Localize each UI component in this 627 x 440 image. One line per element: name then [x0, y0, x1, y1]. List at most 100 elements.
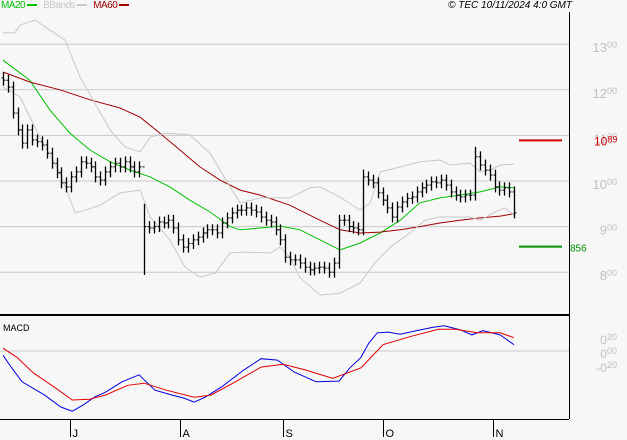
- macd-axis-label: 020: [600, 332, 617, 347]
- price-bar: [11, 81, 16, 119]
- price-bar: [458, 189, 463, 203]
- price-bar: [444, 174, 449, 191]
- ma60-line: [2, 71, 515, 234]
- price-bar: [293, 254, 298, 266]
- price-bar: [337, 214, 342, 269]
- price-bar: [176, 222, 181, 246]
- price-bar: [230, 207, 235, 224]
- price-bar: [332, 257, 337, 278]
- price-bar: [385, 194, 390, 214]
- price-bar: [103, 166, 108, 186]
- price-bar: [415, 186, 420, 203]
- price-bar: [502, 182, 507, 196]
- resistance-level-label: 1089: [594, 134, 617, 148]
- price-bar: [55, 157, 60, 179]
- price-bar: [259, 206, 264, 223]
- price-bar: [132, 161, 137, 178]
- price-bar: [84, 156, 89, 169]
- macd-label: MACD: [3, 323, 30, 333]
- price-bar: [249, 202, 254, 216]
- support-level-label: 856: [570, 244, 587, 255]
- price-bar: [264, 211, 269, 226]
- price-bar: [366, 171, 371, 186]
- price-bar: [342, 214, 347, 226]
- price-bar: [424, 179, 429, 194]
- price-bar: [254, 204, 259, 218]
- price-bar: [488, 164, 493, 181]
- price-bar: [16, 107, 21, 136]
- bbands-lower-line: [2, 86, 515, 296]
- price-bar: [98, 171, 103, 186]
- signal-line: [2, 328, 515, 401]
- price-bar: [181, 234, 186, 253]
- price-bar: [468, 189, 473, 201]
- price-bar: [20, 124, 25, 149]
- price-bar: [327, 262, 332, 278]
- price-bar: [463, 189, 468, 203]
- price-bar: [64, 177, 69, 193]
- macd-axis-label: 000: [600, 346, 617, 361]
- price-bar: [210, 224, 215, 236]
- price-bar: [244, 202, 249, 216]
- price-bar: [361, 169, 366, 236]
- price-bar: [303, 257, 308, 273]
- price-bar: [410, 191, 415, 204]
- bbands-upper-line: [3, 19, 515, 211]
- price-axis-label: 900: [600, 223, 617, 238]
- price-bar: [137, 161, 142, 178]
- price-bar: [507, 182, 512, 198]
- price-bar: [347, 214, 352, 233]
- price-bar: [40, 136, 45, 151]
- price-bar: [288, 251, 293, 266]
- price-bar: [93, 161, 98, 183]
- price-bar: [171, 214, 176, 234]
- price-bar: [390, 202, 395, 223]
- price-bar: [454, 186, 459, 201]
- price-bar: [89, 157, 94, 173]
- price-bar: [405, 192, 410, 208]
- price-bar: [395, 201, 400, 223]
- price-bar: [201, 227, 206, 243]
- price-bar: [429, 176, 434, 191]
- ma20-line: [2, 59, 515, 251]
- price-bar: [147, 221, 152, 234]
- price-bar: [308, 261, 313, 276]
- price-axis-label: 1300: [593, 40, 617, 55]
- price-bar: [108, 161, 113, 178]
- price-bar: [79, 156, 84, 178]
- price-bar: [1, 72, 6, 86]
- macd-axis-label: -020: [596, 360, 617, 375]
- price-bar: [142, 166, 147, 275]
- price-bar: [186, 238, 191, 253]
- price-bar: [298, 254, 303, 269]
- month-label: S: [286, 428, 293, 440]
- price-bar: [283, 234, 288, 263]
- price-bar: [69, 171, 74, 193]
- price-bar: [239, 204, 244, 216]
- price-bar: [483, 159, 488, 176]
- price-bar: [191, 234, 196, 249]
- price-bar: [235, 204, 240, 219]
- price-bar: [123, 156, 128, 173]
- price-bar: [400, 196, 405, 213]
- price-bar: [74, 166, 79, 183]
- price-bar: [278, 224, 283, 246]
- price-bar: [381, 187, 386, 206]
- price-axis-label: 1000: [593, 177, 617, 192]
- price-axis-label: 1200: [593, 86, 617, 101]
- price-bar: [434, 176, 439, 189]
- price-bar: [478, 151, 483, 171]
- price-bar: [269, 214, 274, 228]
- month-label: N: [496, 428, 504, 440]
- month-label: O: [386, 428, 395, 440]
- price-bar: [25, 124, 30, 149]
- price-bar: [449, 179, 454, 198]
- month-label: J: [73, 428, 79, 440]
- price-bar: [59, 167, 64, 189]
- price-bar: [196, 231, 201, 246]
- stock-chart: 1300120011001000900800020000-0201089856M…: [0, 12, 617, 440]
- price-axis-label: 800: [600, 268, 617, 283]
- price-bar: [420, 182, 425, 198]
- price-bar: [497, 181, 502, 196]
- month-label: A: [183, 428, 191, 440]
